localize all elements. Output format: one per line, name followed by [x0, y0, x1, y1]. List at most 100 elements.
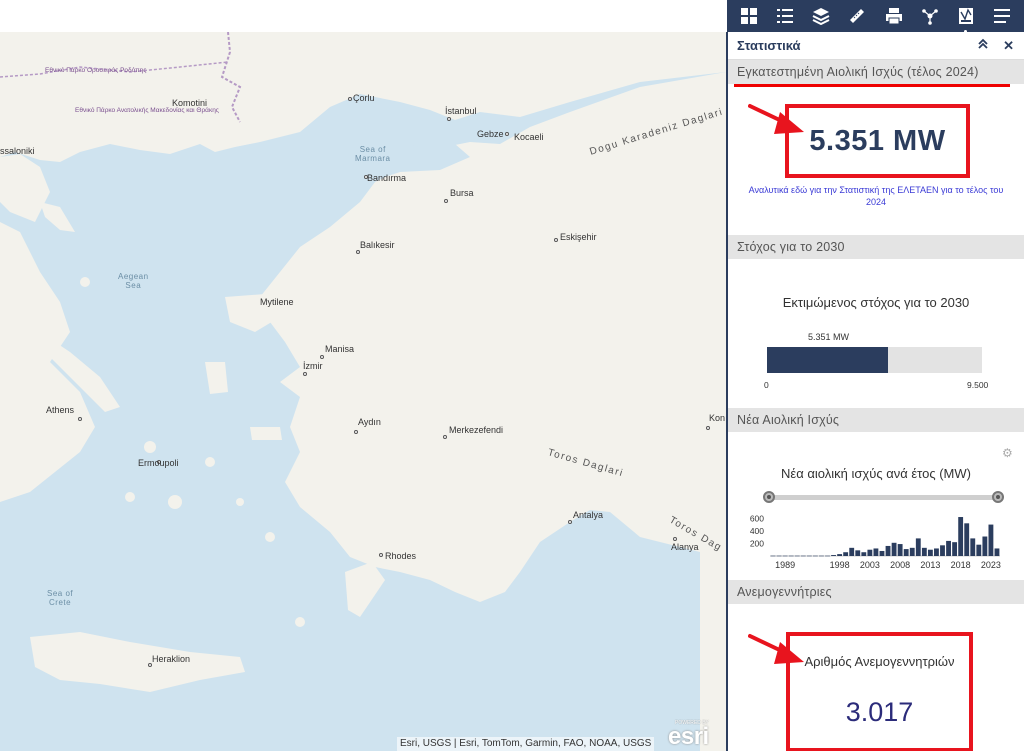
section-header-turbines[interactable]: Ανεμογεννήτριες — [728, 580, 1024, 604]
chart-bar[interactable] — [903, 549, 909, 556]
park-label-east-macedonia: Εθνικό Πάρκο Ανατολικής Μακεδονίας και Θ… — [75, 107, 219, 114]
x-tick-label: 1989 — [775, 560, 795, 570]
place-label: Merkezefendi — [449, 425, 504, 435]
place-label: Kon — [709, 413, 726, 423]
new-capacity-bar-chart: 600 400 200 1989 1998 2003 2008 2013 2018 2023 — [750, 513, 1001, 570]
place-label: İzmir — [303, 361, 323, 371]
chart-bar[interactable] — [819, 555, 824, 557]
map-attribution[interactable]: Esri, USGS | Esri, TomTom, Garmin, FAO, … — [397, 737, 655, 751]
x-tick-label: 2023 — [981, 560, 1001, 570]
chart-bar[interactable] — [873, 548, 879, 556]
city-dot — [356, 250, 360, 254]
section-header-target[interactable]: Στόχος για το 2030 — [728, 235, 1024, 259]
y-tick-label: 200 — [750, 538, 764, 548]
section-header-installed[interactable]: Εγκατεστημένη Αιολική Ισχύς (τέλος 2024) — [728, 60, 1024, 84]
chart-bar[interactable] — [806, 555, 812, 557]
chart-bar[interactable] — [831, 555, 836, 556]
turbine-count-box: Αριθμός Ανεμογεννητριών 3.017 — [786, 632, 973, 751]
chart-bar[interactable] — [897, 544, 903, 556]
chart-bar[interactable] — [982, 536, 988, 556]
city-dot — [354, 430, 358, 434]
chart-bar[interactable] — [952, 542, 958, 556]
chart-bar[interactable] — [812, 555, 818, 557]
chart-bar[interactable] — [794, 555, 800, 557]
chart-bar[interactable] — [915, 538, 921, 556]
slider-start-handle[interactable] — [763, 491, 775, 503]
panel-header: Στατιστικά ✕ — [728, 32, 1024, 60]
place-label: Manisa — [325, 344, 355, 354]
city-dot — [706, 426, 710, 430]
eletaen-stats-link[interactable]: Αναλυτικά εδώ για την Στατιστική της ΕΛΕ… — [748, 184, 1004, 208]
chart-bar[interactable] — [958, 517, 964, 556]
layers-icon[interactable] — [809, 4, 833, 28]
share-icon[interactable] — [918, 4, 942, 28]
chart-bar[interactable] — [849, 547, 855, 556]
y-tick-label: 600 — [750, 513, 764, 523]
map-view[interactable]: Εθνικό Πάρκο Οροσειράς Ροδόπης Εθνικό Πά… — [0, 32, 726, 751]
target-current-label: 5.351 MW — [808, 332, 850, 342]
place-label: Ermoupoli — [138, 458, 179, 468]
chart-bar[interactable] — [934, 548, 939, 556]
chart-bar[interactable] — [964, 523, 970, 556]
statistics-panel: Στατιστικά ✕ Εγκατεστημένη Αιολική Ισχύς… — [726, 32, 1024, 751]
chart-bar[interactable] — [837, 554, 843, 556]
chart-bar[interactable] — [843, 552, 849, 556]
chart-bar[interactable] — [988, 524, 994, 556]
list-icon[interactable] — [773, 4, 797, 28]
chart-bar[interactable] — [825, 555, 830, 557]
city-dot — [505, 132, 509, 136]
target-gauge-title: Εκτιμώμενος στόχος για το 2030 — [782, 295, 970, 310]
highlight-underline — [734, 84, 1010, 87]
chart-bar[interactable] — [970, 538, 976, 556]
city-dot — [320, 355, 324, 359]
chart-bar[interactable] — [940, 545, 945, 556]
app-root: Εθνικό Πάρκο Οροσειράς Ροδόπης Εθνικό Πά… — [0, 0, 1024, 751]
city-dot — [568, 520, 572, 524]
chart-bar[interactable] — [770, 555, 776, 557]
chart-bar[interactable] — [946, 540, 951, 556]
place-label: Athens — [46, 405, 75, 415]
stats-icon[interactable] — [954, 4, 978, 33]
water-label: Sea of Crete — [47, 589, 74, 607]
gear-icon[interactable]: ⚙ — [1002, 446, 1013, 460]
chart-bar[interactable] — [921, 547, 927, 556]
chart-bar[interactable] — [927, 549, 933, 556]
menu-icon[interactable] — [990, 4, 1014, 28]
installed-capacity-value: 5.351 MW — [809, 124, 946, 157]
place-label: Alanya — [671, 542, 699, 552]
ruler-icon[interactable] — [845, 4, 869, 28]
city-dot — [78, 417, 82, 421]
x-tick-label: 2018 — [951, 560, 971, 570]
chart-bar[interactable] — [782, 555, 788, 557]
print-icon[interactable] — [882, 4, 906, 28]
target-progress-fill — [767, 347, 889, 373]
park-label-rhodope: Εθνικό Πάρκο Οροσειράς Ροδόπης — [45, 67, 147, 74]
close-icon[interactable]: ✕ — [1003, 38, 1014, 54]
year-range-slider[interactable] — [763, 491, 1008, 503]
chart-bar[interactable] — [879, 550, 885, 556]
chart-bar[interactable] — [855, 550, 861, 556]
chart-bar[interactable] — [776, 555, 782, 557]
x-tick-label: 2008 — [890, 560, 910, 570]
chart-bar[interactable] — [788, 555, 794, 557]
place-label: İstanbul — [445, 106, 477, 116]
chart-bar[interactable] — [976, 544, 982, 556]
slider-end-handle[interactable] — [992, 491, 1004, 503]
chart-bar[interactable] — [891, 542, 897, 556]
esri-logo: esri — [668, 723, 709, 750]
grid-icon[interactable] — [737, 4, 761, 28]
place-label: Bandırma — [367, 173, 407, 183]
place-label: Rhodes — [385, 551, 417, 561]
place-label: Komotini — [172, 98, 208, 108]
chart-bar[interactable] — [867, 549, 873, 556]
chart-bar[interactable] — [909, 547, 915, 556]
section-header-new[interactable]: Νέα Αιολική Ισχύς — [728, 408, 1024, 432]
chart-bar[interactable] — [885, 545, 891, 556]
chart-bar[interactable] — [800, 555, 806, 557]
chart-bar[interactable] — [861, 552, 867, 556]
target-min-label: 0 — [764, 380, 769, 390]
chart-bar[interactable] — [994, 548, 1000, 556]
place-label: Eskişehir — [560, 232, 597, 242]
y-tick-label: 400 — [750, 526, 764, 536]
collapse-icon[interactable] — [977, 38, 989, 53]
